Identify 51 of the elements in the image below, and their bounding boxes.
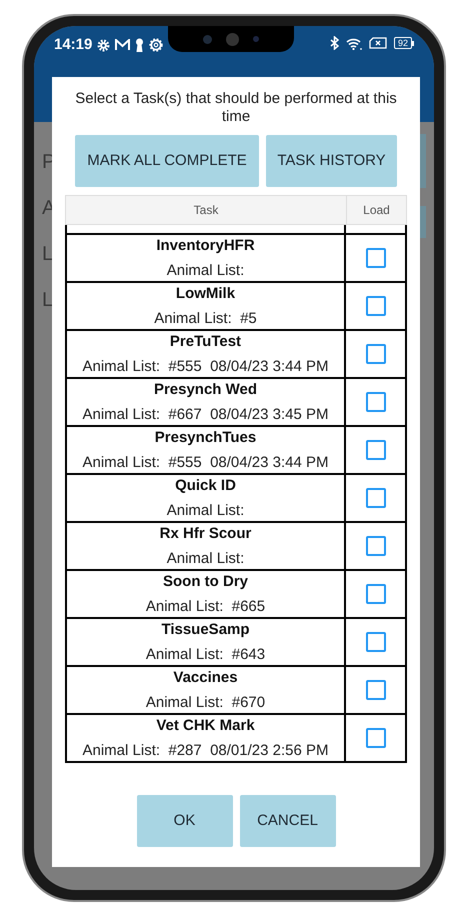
task-name: LowMilk: [176, 285, 236, 303]
sim-icon: [368, 37, 387, 49]
animal-list-text: Animal List:: [166, 502, 244, 520]
load-checkbox[interactable]: [366, 488, 386, 508]
load-checkbox[interactable]: [366, 680, 386, 700]
animal-list-text: Animal List: #665: [146, 598, 266, 616]
animal-list-text: Animal List: #643: [146, 646, 266, 664]
animal-list-text: Animal List: #667 08/04/23 3:45 PM: [82, 406, 328, 424]
task-name: Presynch Wed: [154, 381, 258, 399]
task-history-button[interactable]: TASK HISTORY: [266, 135, 397, 187]
task-name: Vaccines: [173, 669, 238, 687]
task-name: InventoryHFR: [156, 237, 255, 255]
load-checkbox[interactable]: [366, 584, 386, 604]
animal-list-text: Animal List:: [166, 550, 244, 568]
background-text: L: [42, 244, 54, 264]
task-name: Rx Hfr Scour: [160, 525, 252, 543]
column-header: Task: [66, 196, 347, 224]
animal-list-text: Animal List: #670: [146, 694, 266, 712]
cancel-button[interactable]: CANCEL: [240, 795, 336, 847]
bluetooth-icon: [330, 36, 339, 50]
mark-all-complete-button[interactable]: MARK ALL COMPLETE: [75, 135, 259, 187]
load-checkbox[interactable]: [366, 440, 386, 460]
animal-list-text: Animal List:: [166, 262, 244, 280]
animal-list-text: Animal List: #555 08/04/23 3:44 PM: [82, 358, 328, 376]
task-name: TissueSamp: [161, 621, 250, 639]
load-checkbox[interactable]: [366, 248, 386, 268]
task-name: Vet CHK Mark: [156, 717, 255, 735]
settings-icon: [149, 38, 164, 52]
column-header: Load: [362, 202, 391, 219]
ok-button[interactable]: OK: [136, 795, 232, 847]
task-name: PresynchTues: [154, 429, 256, 447]
load-checkbox[interactable]: [366, 536, 386, 556]
background-text: L: [42, 290, 54, 310]
wifi-icon: [346, 36, 362, 50]
animal-list-text: Animal List: #5: [154, 310, 257, 328]
animal-list-text: Animal List: #287 08/01/23 2:56 PM: [82, 742, 328, 760]
keyhole-icon: [135, 38, 144, 52]
load-checkbox[interactable]: [366, 632, 386, 652]
load-checkbox[interactable]: [366, 344, 386, 364]
task-name: Soon to Dry: [163, 573, 248, 591]
dialog-title: Select a Task(s) that should be performed at this time: [74, 90, 398, 126]
task-name: Quick ID: [175, 477, 236, 495]
load-checkbox[interactable]: [366, 392, 386, 412]
battery-icon: 92: [394, 37, 414, 49]
animal-list-text: Animal List: #555 08/04/23 3:44 PM: [82, 454, 328, 472]
gear-icon: [97, 38, 110, 52]
load-checkbox[interactable]: [366, 728, 386, 748]
task-name: PreTuTest: [170, 333, 242, 351]
mail-icon: [115, 39, 130, 52]
status-time: 14:19: [54, 35, 92, 55]
load-checkbox[interactable]: [366, 296, 386, 316]
